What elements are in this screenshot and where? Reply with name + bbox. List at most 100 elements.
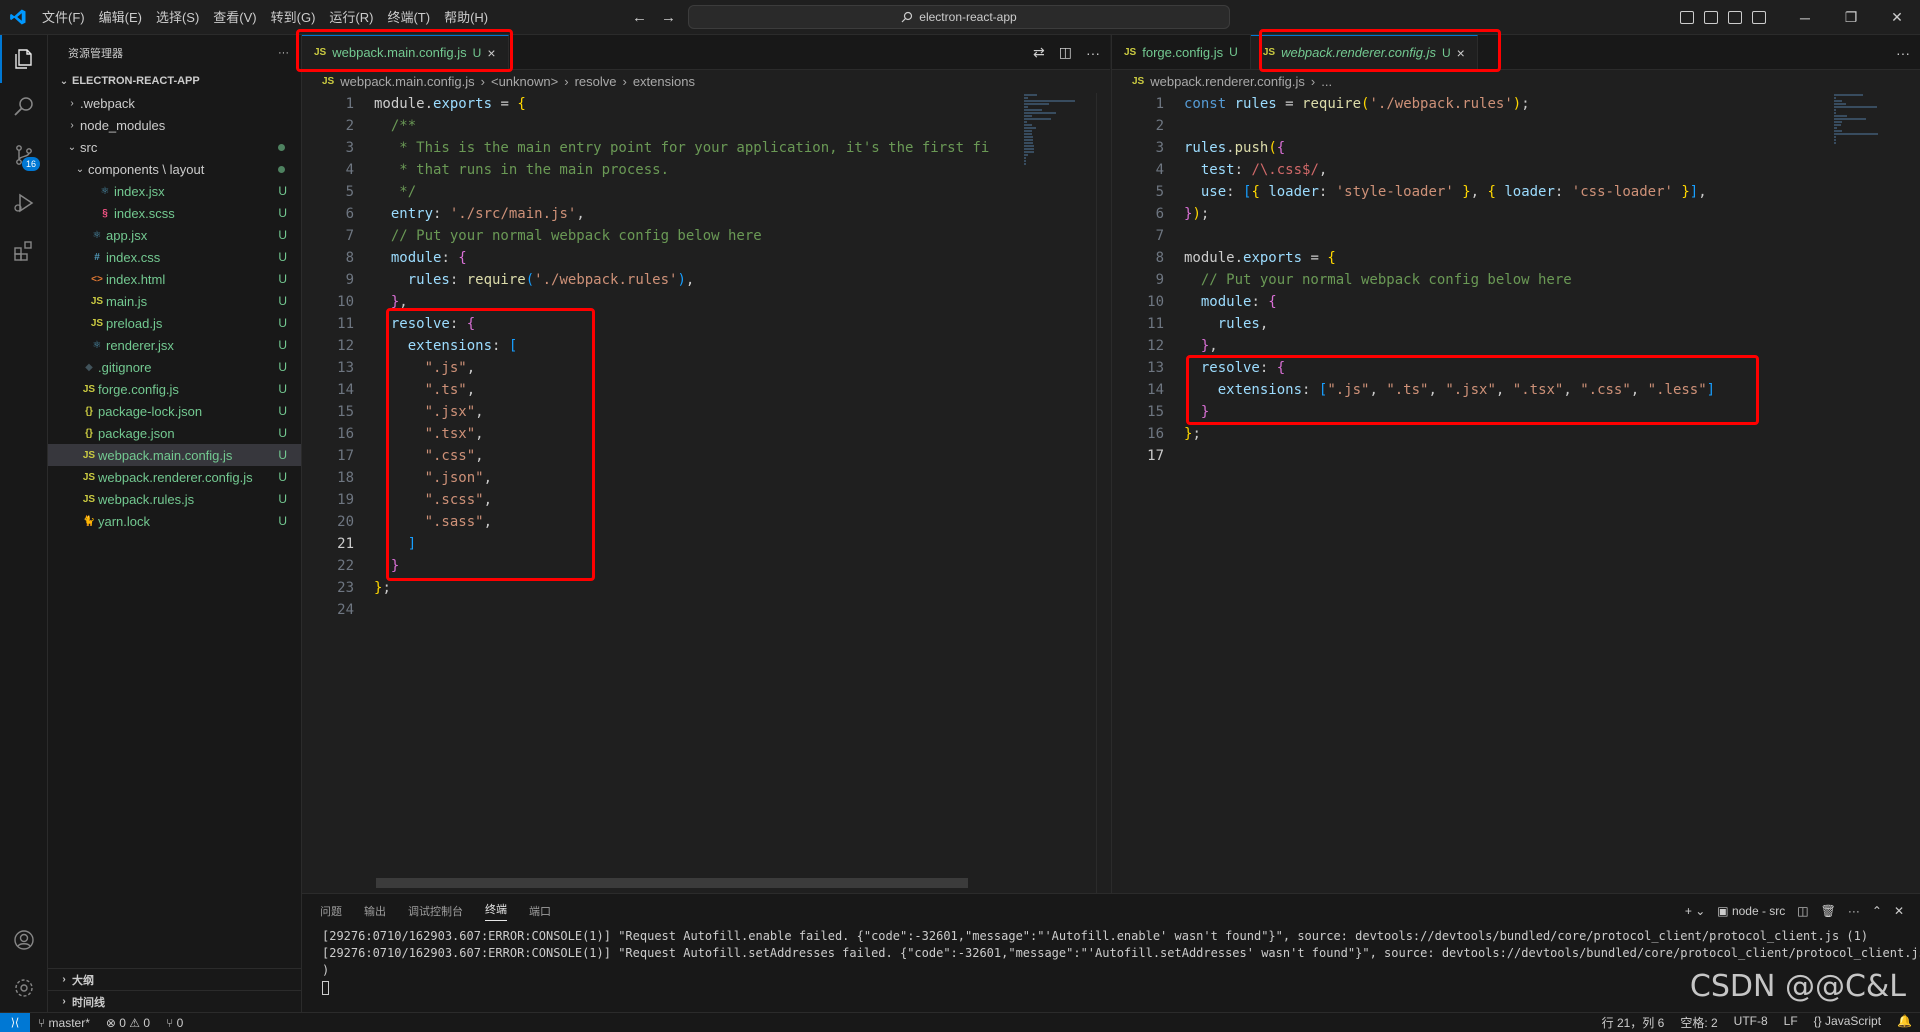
tree-item[interactable]: {} package.json U <box>48 422 301 444</box>
code-line: 24 <box>302 599 1022 621</box>
code-editor-left[interactable]: 1 module.exports = {2 /** 3 * This is the … <box>302 93 1022 621</box>
tree-item[interactable]: # index.css U <box>48 246 301 268</box>
menu-item[interactable]: 查看(V) <box>206 0 263 35</box>
cursor-position[interactable]: 行 21，列 6 <box>1594 1014 1673 1031</box>
tree-item[interactable]: JS main.js U <box>48 290 301 312</box>
split-terminal-icon[interactable]: ◫ <box>1797 904 1808 918</box>
end-of-line[interactable]: LF <box>1776 1014 1806 1031</box>
tab-forge-config-js[interactable]: JS forge.config.js U <box>1112 35 1251 69</box>
toggle-panel-icon[interactable] <box>1704 11 1718 24</box>
menu-item[interactable]: 运行(R) <box>322 0 380 35</box>
open-changes-icon[interactable]: ⇄ <box>1033 44 1045 61</box>
tree-item[interactable]: ◆ .gitignore U <box>48 356 301 378</box>
more-actions-icon[interactable]: ··· <box>1896 45 1910 61</box>
tree-item[interactable]: § index.scss U <box>48 202 301 224</box>
breadcrumb-item[interactable]: webpack.renderer.config.js <box>1150 74 1305 89</box>
toggle-sidebar-icon[interactable] <box>1680 11 1694 24</box>
tree-item[interactable]: ⌄ components \ layout <box>48 158 301 180</box>
tree-item[interactable]: <> index.html U <box>48 268 301 290</box>
tree-item[interactable]: ⚛ renderer.jsx U <box>48 334 301 356</box>
workspace-root[interactable]: ⌄ ELECTRON-REACT-APP <box>48 70 301 92</box>
problems-indicator[interactable]: ⊗ 0 ⚠ 0 <box>98 1016 158 1030</box>
tree-item[interactable]: JS webpack.renderer.config.js U <box>48 466 301 488</box>
panel-tab[interactable]: 终端 <box>485 901 507 921</box>
code-editor-right[interactable]: 1 const rules = require('./webpack.rules'… <box>1112 93 1832 467</box>
explorer-icon[interactable] <box>0 35 48 83</box>
tree-item[interactable]: JS forge.config.js U <box>48 378 301 400</box>
toggle-secondary-sidebar-icon[interactable] <box>1728 11 1742 24</box>
tree-item[interactable]: ⌄ src <box>48 136 301 158</box>
tab-webpack-main-config[interactable]: JS webpack.main.config.js U × <box>302 35 509 69</box>
tree-item[interactable]: 🐈 yarn.lock U <box>48 510 301 532</box>
close-panel-icon[interactable]: ✕ <box>1894 904 1904 918</box>
tree-item[interactable]: ⚛ app.jsx U <box>48 224 301 246</box>
tree-item[interactable]: › .webpack <box>48 92 301 114</box>
outline-section[interactable]: › 大纲 <box>48 968 301 990</box>
nav-back-icon[interactable]: ← <box>632 9 647 26</box>
settings-gear-icon[interactable] <box>0 964 48 1012</box>
menu-item[interactable]: 选择(S) <box>149 0 206 35</box>
breadcrumb-item[interactable]: ... <box>1321 74 1332 89</box>
more-actions-icon[interactable]: ··· <box>1086 45 1100 61</box>
tree-item[interactable]: {} package-lock.json U <box>48 400 301 422</box>
tree-item[interactable]: ⚛ index.jsx U <box>48 180 301 202</box>
minimap-line <box>1834 136 1837 138</box>
menu-item[interactable]: 编辑(E) <box>92 0 149 35</box>
tree-item[interactable]: JS webpack.main.config.js U <box>48 444 301 466</box>
horizontal-scrollbar-left[interactable] <box>376 878 968 888</box>
close-tab-icon[interactable]: × <box>487 45 495 61</box>
terminal-instance[interactable]: ▣ node - src <box>1717 904 1785 918</box>
panel-tab[interactable]: 问题 <box>320 903 342 919</box>
nav-forward-icon[interactable]: → <box>661 9 676 26</box>
breadcrumb-item[interactable]: extensions <box>633 74 695 89</box>
minimap-right[interactable] <box>1834 93 1894 145</box>
close-window-button[interactable]: ✕ <box>1874 0 1920 35</box>
close-tab-icon[interactable]: × <box>1457 45 1465 61</box>
js-file-icon: JS <box>1132 75 1145 87</box>
notifications-icon[interactable]: 🔔 <box>1889 1014 1920 1031</box>
panel-tab[interactable]: 输出 <box>364 903 386 919</box>
tab-webpack-renderer-config-js[interactable]: JS webpack.renderer.config.js U × <box>1250 35 1478 69</box>
menu-item[interactable]: 终端(T) <box>380 0 437 35</box>
vertical-scrollbar-left[interactable] <box>1096 93 1110 893</box>
search-view-icon[interactable] <box>0 83 48 131</box>
explorer-more-icon[interactable]: ··· <box>278 47 289 59</box>
new-terminal-icon[interactable]: + ⌄ <box>1685 904 1705 918</box>
source-control-icon[interactable]: 16 <box>0 131 48 179</box>
breadcrumb-item[interactable]: webpack.main.config.js <box>340 74 474 89</box>
code-line: 19 ".scss", <box>302 489 1022 511</box>
encoding[interactable]: UTF-8 <box>1726 1014 1776 1031</box>
branch-indicator[interactable]: ⑂ master* <box>30 1016 98 1030</box>
line-number: 11 <box>337 316 354 332</box>
panel-more-icon[interactable]: ··· <box>1848 904 1860 918</box>
maximize-panel-icon[interactable]: ⌃ <box>1872 904 1882 918</box>
accounts-icon[interactable] <box>0 916 48 964</box>
panel-tab[interactable]: 端口 <box>529 903 551 919</box>
language-mode[interactable]: {} JavaScript <box>1806 1014 1889 1031</box>
menu-item[interactable]: 转到(G) <box>264 0 323 35</box>
tree-item[interactable]: JS preload.js U <box>48 312 301 334</box>
run-debug-icon[interactable] <box>0 179 48 227</box>
breadcrumb-item[interactable]: resolve <box>575 74 617 89</box>
code-token: rules <box>1184 140 1227 156</box>
remote-indicator-icon[interactable]: ⟩⟨ <box>0 1012 30 1032</box>
menu-item[interactable]: 文件(F) <box>35 0 92 35</box>
panel-tab[interactable]: 调试控制台 <box>408 903 463 919</box>
status-bar: ⟩⟨ ⑂ master* ⊗ 0 ⚠ 0 ⑂ 0 行 21，列 6 空格: 2 … <box>0 1012 1920 1032</box>
command-center-search[interactable]: electron-react-app <box>688 5 1230 29</box>
customize-layout-icon[interactable] <box>1752 11 1766 24</box>
menu-item[interactable]: 帮助(H) <box>437 0 495 35</box>
indentation[interactable]: 空格: 2 <box>1672 1014 1725 1031</box>
timeline-section[interactable]: › 时间线 <box>48 990 301 1012</box>
extensions-icon[interactable] <box>0 227 48 275</box>
tree-item[interactable]: › node_modules <box>48 114 301 136</box>
restore-button[interactable]: ❐ <box>1828 0 1874 35</box>
ports-indicator[interactable]: ⑂ 0 <box>158 1016 191 1030</box>
kill-terminal-icon[interactable]: 🗑 <box>1821 904 1836 918</box>
tree-item[interactable]: JS webpack.rules.js U <box>48 488 301 510</box>
minimize-button[interactable]: ─ <box>1782 0 1828 35</box>
breadcrumb-item[interactable]: <unknown> <box>491 74 558 89</box>
minimap-left[interactable] <box>1024 93 1084 166</box>
split-editor-icon[interactable]: ◫ <box>1059 44 1072 61</box>
terminal-output[interactable]: [29276:0710/162903.607:ERROR:CONSOLE(1)]… <box>302 928 1920 996</box>
